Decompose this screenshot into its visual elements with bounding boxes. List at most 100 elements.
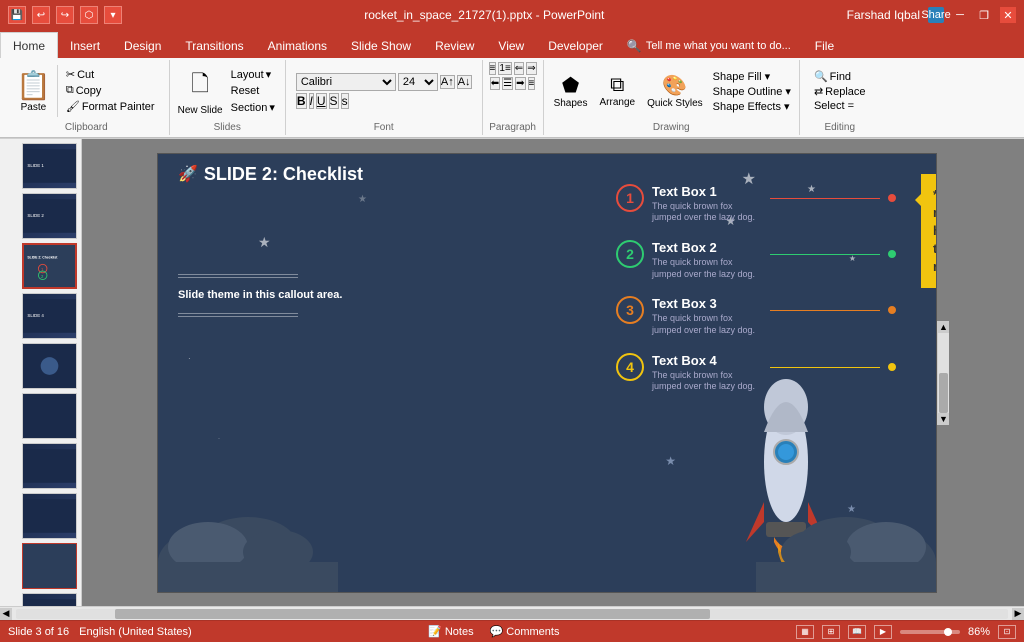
notes-button[interactable]: 📝 Notes — [424, 624, 477, 639]
quick-styles-button[interactable]: 🎨 Quick Styles — [643, 71, 707, 111]
window-title: rocket_in_space_21727(1).pptx - PowerPoi… — [122, 8, 847, 22]
align-right-button[interactable]: ➡ — [515, 77, 525, 90]
cut-button[interactable]: ✂ Cut — [62, 67, 159, 82]
slide-thumb-8[interactable]: 8 — [22, 493, 77, 539]
slide-sorter-button[interactable]: ⊞ — [822, 625, 840, 639]
tab-review[interactable]: Review — [423, 34, 486, 58]
slide-thumb-10[interactable]: 10 — [22, 593, 77, 606]
zoom-level: 86% — [968, 626, 990, 638]
undo-icon[interactable]: ↩ — [32, 6, 50, 24]
arrange-icon: ⧉ — [610, 74, 624, 97]
redo-icon[interactable]: ↪ — [56, 6, 74, 24]
fit-slide-button[interactable]: ⊡ — [998, 625, 1016, 639]
slide-thumb-1[interactable]: 1 SLIDE 1 — [22, 143, 77, 189]
align-left-button[interactable]: ⬅ — [490, 77, 500, 90]
h-scroll-thumb[interactable] — [115, 609, 710, 619]
layout-button[interactable]: Layout ▾ — [227, 67, 279, 82]
status-bar: Slide 3 of 16 English (United States) 📝 … — [0, 620, 1024, 642]
align-center-button[interactable]: ☰ — [502, 77, 513, 90]
slideshow-button[interactable]: ▶ — [874, 625, 892, 639]
font-group: Calibri 24 A↑ A↓ B I U S s — [286, 60, 483, 135]
zoom-slider[interactable] — [900, 630, 960, 634]
normal-view-button[interactable]: ▦ — [796, 625, 814, 639]
tab-transitions[interactable]: Transitions — [173, 34, 255, 58]
scroll-right-button[interactable]: ▶ — [1012, 608, 1024, 620]
numbering-button[interactable]: 1≡ — [498, 62, 511, 75]
justify-button[interactable]: ≡ — [528, 77, 536, 90]
star-8: · — [218, 436, 220, 442]
tab-animations[interactable]: Animations — [256, 34, 339, 58]
tab-file[interactable]: File — [803, 34, 846, 58]
search-box[interactable]: 🔍 Tell me what you want to do... — [615, 34, 803, 58]
svg-text:SLIDE 4: SLIDE 4 — [27, 313, 44, 318]
close-button[interactable]: ✕ — [1000, 7, 1016, 23]
h-scroll-track[interactable] — [16, 609, 1008, 619]
check-desc-3: The quick brown fox jumped over the lazy… — [652, 313, 762, 336]
slide-canvas[interactable]: ★ ★ ★ ★ ★ ★ · · ★ ★ 🚀 SLIDE 2: Checklist… — [157, 153, 937, 593]
font-grow-button[interactable]: A↑ — [440, 75, 455, 89]
slide-thumb-7[interactable]: 7 — [22, 443, 77, 489]
scroll-up-button[interactable]: ▲ — [938, 321, 949, 333]
slide-thumb-9[interactable]: 9 — [22, 543, 77, 589]
tab-design[interactable]: Design — [112, 34, 173, 58]
strikethrough-button[interactable]: S — [329, 93, 339, 109]
horizontal-scrollbar[interactable]: ◀ ▶ — [0, 606, 1024, 620]
italic-button[interactable]: I — [309, 93, 314, 109]
more-icon[interactable]: ▾ — [104, 6, 122, 24]
bullets-button[interactable]: ≡ — [489, 62, 497, 75]
share-button[interactable]: Share — [928, 7, 944, 23]
slide-thumb-2[interactable]: 2 SLIDE 2 — [22, 193, 77, 239]
shapes-button[interactable]: ⬟ Shapes — [550, 71, 592, 111]
slide-title: 🚀 SLIDE 2: Checklist — [178, 164, 363, 185]
shape-effects-button[interactable]: Shape Effects ▾ — [711, 99, 793, 114]
scroll-down-button[interactable]: ▼ — [938, 413, 949, 425]
comments-button[interactable]: 💬 Comments — [486, 624, 564, 639]
paragraph-group: ≡ 1≡ ⇐ ⇒ ⬅ ☰ ➡ ≡ Paragraph — [483, 60, 544, 135]
tab-insert[interactable]: Insert — [58, 34, 112, 58]
font-shrink-button[interactable]: A↓ — [457, 75, 472, 89]
tab-developer[interactable]: Developer — [536, 34, 615, 58]
shape-fill-button[interactable]: Shape Fill ▾ — [711, 69, 793, 84]
slide-panel: 1 SLIDE 1 2 SLIDE 2 3 SLIDE 2: Checklist… — [0, 139, 82, 606]
paste-button[interactable]: 📋 Paste — [10, 65, 58, 117]
increase-indent-button[interactable]: ⇒ — [526, 62, 536, 75]
slide-thumb-5[interactable]: 5 — [22, 343, 77, 389]
replace-button[interactable]: ⇄ Replace — [810, 84, 870, 99]
customize-icon[interactable]: ⬡ — [80, 6, 98, 24]
save-icon[interactable]: 💾 — [8, 6, 26, 24]
zoom-thumb — [944, 628, 952, 636]
reading-view-button[interactable]: 📖 — [848, 625, 866, 639]
shadow-button[interactable]: s — [341, 93, 349, 109]
minimize-button[interactable]: ─ — [952, 7, 968, 23]
slide-thumb-4[interactable]: 4 SLIDE 4 — [22, 293, 77, 339]
section-button[interactable]: Section ▾ — [227, 100, 279, 115]
font-size-select[interactable]: 24 — [398, 73, 438, 91]
font-family-select[interactable]: Calibri — [296, 73, 396, 91]
right-scrollbar[interactable]: ▲ ▼ — [937, 321, 949, 425]
select-button[interactable]: Select = — [810, 99, 870, 113]
format-painter-button[interactable]: 🖌 Format Painter — [62, 99, 159, 114]
bold-button[interactable]: B — [296, 93, 307, 109]
tab-home[interactable]: Home — [0, 32, 58, 58]
new-slide-button[interactable]: 🗋 New Slide — [176, 65, 225, 118]
restore-button[interactable]: ❐ — [976, 7, 992, 23]
tab-view[interactable]: View — [486, 34, 536, 58]
svg-text:SLIDE 2: Checklist: SLIDE 2: Checklist — [27, 255, 58, 259]
shape-outline-button[interactable]: Shape Outline ▾ — [711, 84, 793, 99]
title-bar: 💾 ↩ ↪ ⬡ ▾ rocket_in_space_21727(1).pptx … — [0, 0, 1024, 30]
slide-thumb-3[interactable]: 3 SLIDE 2: Checklist 1 2 — [22, 243, 77, 289]
svg-text:SLIDE 2: SLIDE 2 — [27, 213, 44, 218]
find-button[interactable]: 🔍 Find — [810, 69, 870, 84]
rocket-title-icon: 🚀 — [178, 164, 198, 184]
scroll-left-button[interactable]: ◀ — [0, 608, 12, 620]
reset-button[interactable]: Reset — [227, 84, 279, 98]
decrease-indent-button[interactable]: ⇐ — [514, 62, 524, 75]
copy-button[interactable]: ⧉ Copy — [62, 83, 159, 98]
check-content-1: Text Box 1 The quick brown fox jumped ov… — [652, 184, 762, 224]
star-9: ★ — [665, 454, 676, 468]
slide-thumb-6[interactable]: 6 — [22, 393, 77, 439]
underline-button[interactable]: U — [316, 93, 327, 109]
arrange-button[interactable]: ⧉ Arrange — [596, 72, 640, 110]
tab-slideshow[interactable]: Slide Show — [339, 34, 423, 58]
scrollbar-thumb[interactable] — [939, 373, 948, 413]
